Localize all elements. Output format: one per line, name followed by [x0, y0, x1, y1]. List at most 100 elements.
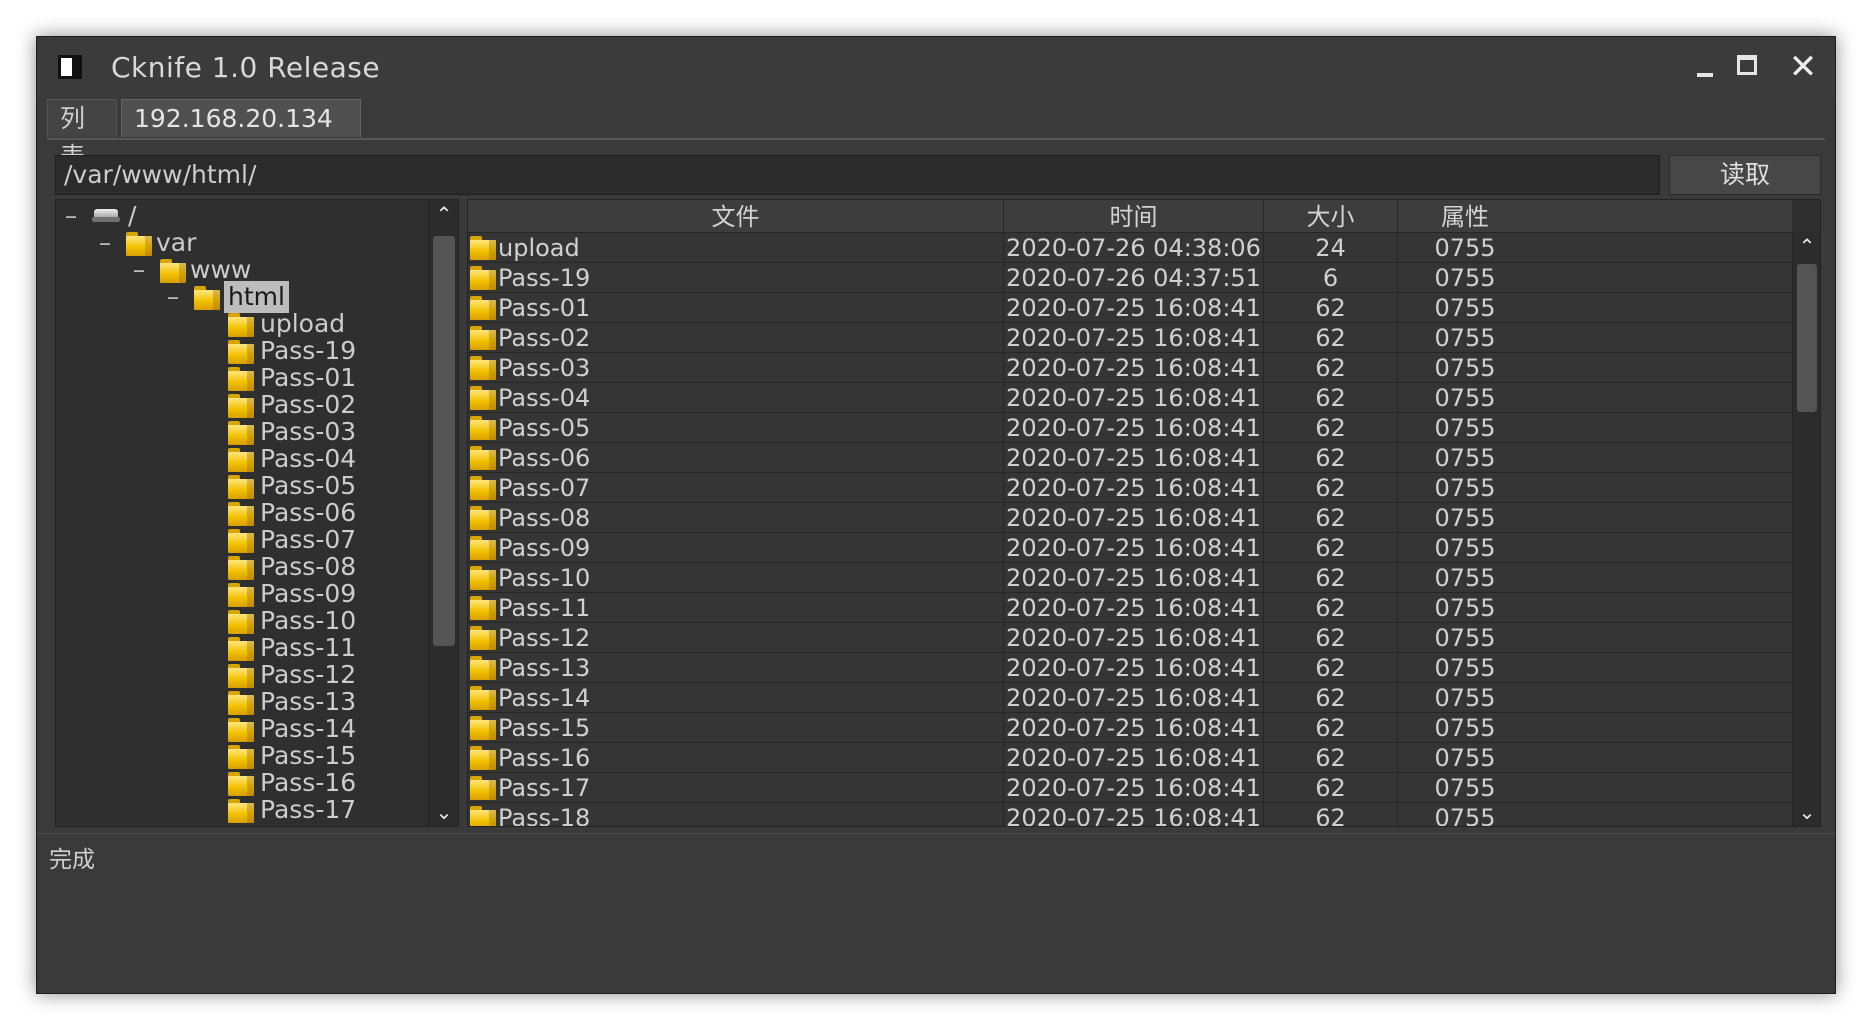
table-row[interactable]: Pass-17 2020-07-25 16:08:41 62 0755: [468, 773, 1792, 803]
table-row[interactable]: Pass-11 2020-07-25 16:08:41 62 0755: [468, 593, 1792, 623]
file-name: Pass-08: [498, 504, 591, 532]
collapse-icon[interactable]: –: [166, 281, 180, 313]
cell-attr: 0755: [1434, 564, 1496, 592]
directory-tree[interactable]: – / – var – www – html upload Pass-19 Pass…: [55, 199, 459, 827]
folder-icon: [228, 691, 254, 715]
folder-icon: [228, 637, 254, 661]
cell-name: Pass-14: [468, 683, 1004, 712]
cell-attr: 0755: [1434, 264, 1496, 292]
cell-attr: 0755: [1434, 354, 1496, 382]
table-row[interactable]: Pass-06 2020-07-25 16:08:41 62 0755: [468, 443, 1792, 473]
cell-time: 2020-07-25 16:08:41: [1004, 413, 1264, 442]
table-row[interactable]: Pass-12 2020-07-25 16:08:41 62 0755: [468, 623, 1792, 653]
scroll-up-icon[interactable]: ⌃: [1793, 232, 1820, 260]
tab-list[interactable]: 列表: [47, 99, 117, 171]
folder-icon: [228, 475, 254, 499]
cell-size: 62: [1264, 503, 1398, 532]
cell-name: Pass-11: [468, 593, 1004, 622]
cell-name: Pass-19: [468, 263, 1004, 292]
cell-attr: 0755: [1434, 744, 1496, 772]
minimize-icon[interactable]: [1685, 47, 1725, 87]
table-row[interactable]: Pass-15 2020-07-25 16:08:41 62 0755: [468, 713, 1792, 743]
collapse-icon[interactable]: –: [132, 254, 146, 286]
folder-icon: [470, 806, 496, 826]
title-bar[interactable]: Cknife 1.0 Release ✕: [37, 37, 1835, 97]
cell-time: 2020-07-25 16:08:41: [1004, 773, 1264, 802]
table-row[interactable]: Pass-18 2020-07-25 16:08:41 62 0755: [468, 803, 1792, 827]
table-row[interactable]: Pass-10 2020-07-25 16:08:41 62 0755: [468, 563, 1792, 593]
table-row[interactable]: Pass-07 2020-07-25 16:08:41 62 0755: [468, 473, 1792, 503]
column-header-time[interactable]: 时间: [1004, 200, 1264, 232]
cell-size: 62: [1264, 323, 1398, 352]
folder-icon: [470, 566, 496, 590]
collapse-icon[interactable]: –: [98, 227, 112, 259]
cell-time: 2020-07-25 16:08:41: [1004, 323, 1264, 352]
read-button[interactable]: 读取: [1669, 155, 1821, 195]
path-input[interactable]: /var/www/html/: [55, 155, 1660, 195]
file-table[interactable]: 文件 时间 大小 属性 upload 2020-07-26 04:38:06 24 0…: [467, 199, 1821, 827]
file-name: Pass-13: [498, 654, 591, 682]
folder-icon: [228, 799, 254, 823]
column-header-attr[interactable]: 属性: [1398, 200, 1532, 232]
folder-icon: [470, 626, 496, 650]
folder-icon: [470, 476, 496, 500]
collapse-icon[interactable]: –: [64, 200, 78, 232]
file-name: upload: [498, 234, 580, 262]
scroll-thumb[interactable]: [1797, 264, 1817, 412]
tab-host[interactable]: 192.168.20.134: [121, 99, 361, 137]
table-row[interactable]: Pass-13 2020-07-25 16:08:41 62 0755: [468, 653, 1792, 683]
table-scrollbar[interactable]: ⌃ ⌄: [1792, 232, 1820, 826]
table-row[interactable]: Pass-01 2020-07-25 16:08:41 62 0755: [468, 293, 1792, 323]
cell-name: Pass-12: [468, 623, 1004, 652]
file-name: Pass-09: [498, 534, 591, 562]
cell-size: 62: [1264, 353, 1398, 382]
table-row[interactable]: Pass-02 2020-07-25 16:08:41 62 0755: [468, 323, 1792, 353]
file-name: Pass-17: [498, 774, 591, 802]
cell-time: 2020-07-25 16:08:41: [1004, 443, 1264, 472]
folder-icon: [470, 536, 496, 560]
table-header: 文件 时间 大小 属性: [468, 200, 1792, 233]
folder-icon: [160, 259, 186, 283]
folder-icon: [470, 416, 496, 440]
file-name: Pass-03: [498, 354, 591, 382]
scroll-up-icon[interactable]: ⌃: [429, 200, 458, 228]
folder-icon: [470, 506, 496, 530]
cell-time: 2020-07-26 04:38:06: [1004, 233, 1264, 262]
table-row[interactable]: Pass-04 2020-07-25 16:08:41 62 0755: [468, 383, 1792, 413]
cell-name: Pass-02: [468, 323, 1004, 352]
file-name: Pass-15: [498, 714, 591, 742]
cell-size: 62: [1264, 653, 1398, 682]
cell-time: 2020-07-25 16:08:41: [1004, 713, 1264, 742]
table-row[interactable]: Pass-05 2020-07-25 16:08:41 62 0755: [468, 413, 1792, 443]
cell-attr: 0755: [1434, 504, 1496, 532]
cell-name: Pass-06: [468, 443, 1004, 472]
cell-attr: 0755: [1434, 804, 1496, 827]
table-row[interactable]: upload 2020-07-26 04:38:06 24 0755: [468, 233, 1792, 263]
folder-icon: [470, 776, 496, 800]
scroll-down-icon[interactable]: ⌄: [1793, 798, 1820, 826]
table-row[interactable]: Pass-16 2020-07-25 16:08:41 62 0755: [468, 743, 1792, 773]
table-row[interactable]: Pass-03 2020-07-25 16:08:41 62 0755: [468, 353, 1792, 383]
cell-name: Pass-05: [468, 413, 1004, 442]
table-row[interactable]: Pass-14 2020-07-25 16:08:41 62 0755: [468, 683, 1792, 713]
cell-attr: 0755: [1434, 534, 1496, 562]
scroll-down-icon[interactable]: ⌄: [429, 798, 458, 826]
cell-name: Pass-15: [468, 713, 1004, 742]
column-header-size[interactable]: 大小: [1264, 200, 1398, 232]
cell-name: Pass-10: [468, 563, 1004, 592]
folder-icon: [228, 313, 254, 337]
tree-scrollbar[interactable]: ⌃ ⌄: [428, 200, 458, 826]
maximize-icon[interactable]: [1729, 47, 1769, 87]
folder-icon: [228, 718, 254, 742]
column-header-name[interactable]: 文件: [468, 200, 1004, 232]
scroll-thumb[interactable]: [433, 236, 455, 646]
cell-name: Pass-01: [468, 293, 1004, 322]
table-row[interactable]: Pass-19 2020-07-26 04:37:51 6 0755: [468, 263, 1792, 293]
cell-attr: 0755: [1434, 594, 1496, 622]
cell-time: 2020-07-25 16:08:41: [1004, 803, 1264, 826]
cell-size: 62: [1264, 593, 1398, 622]
table-row[interactable]: Pass-08 2020-07-25 16:08:41 62 0755: [468, 503, 1792, 533]
table-row[interactable]: Pass-09 2020-07-25 16:08:41 62 0755: [468, 533, 1792, 563]
close-icon[interactable]: ✕: [1783, 47, 1823, 87]
cell-size: 62: [1264, 413, 1398, 442]
